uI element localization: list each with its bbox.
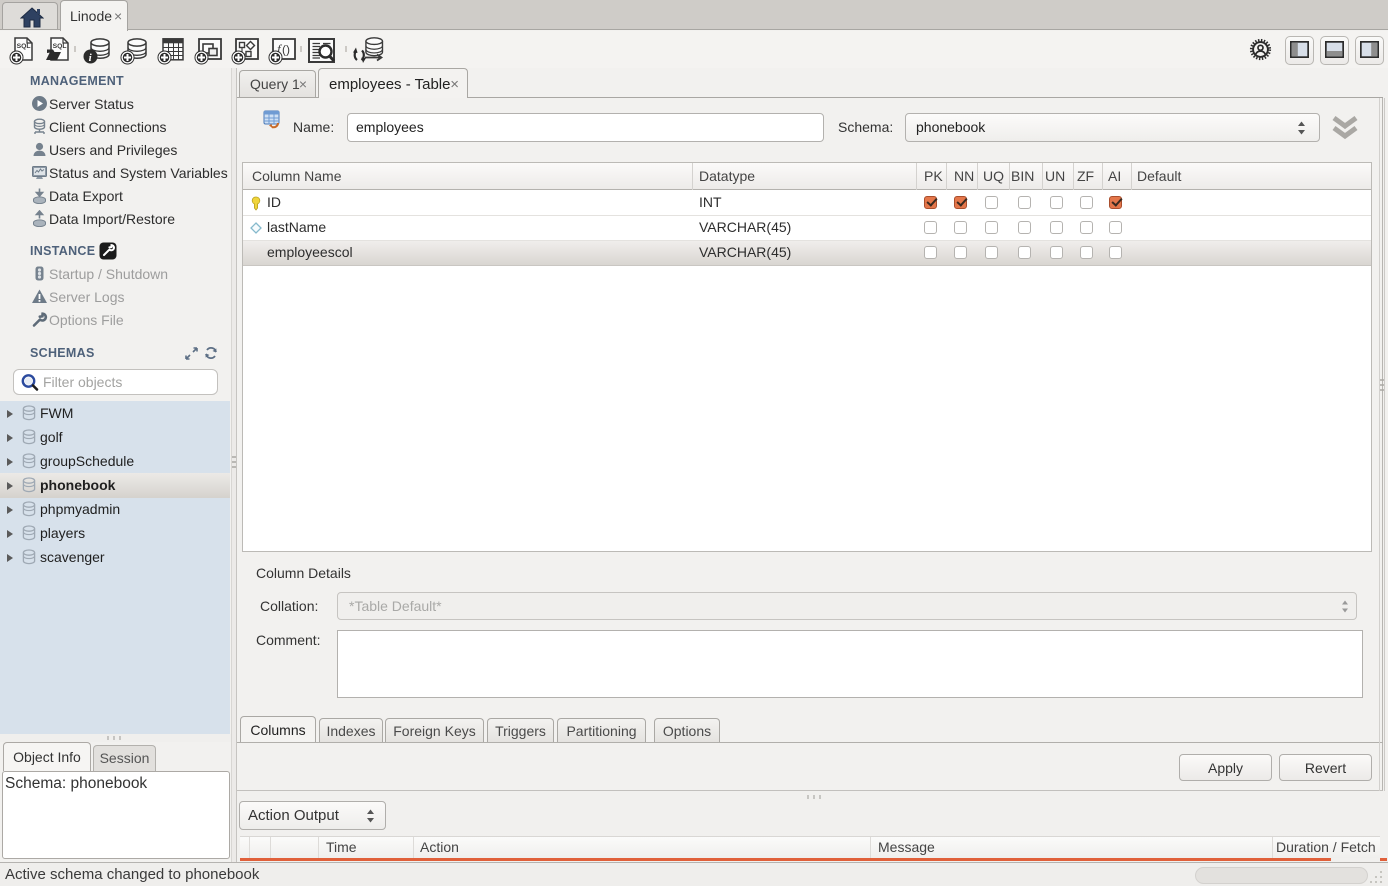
svg-text:(): (): [282, 43, 290, 57]
